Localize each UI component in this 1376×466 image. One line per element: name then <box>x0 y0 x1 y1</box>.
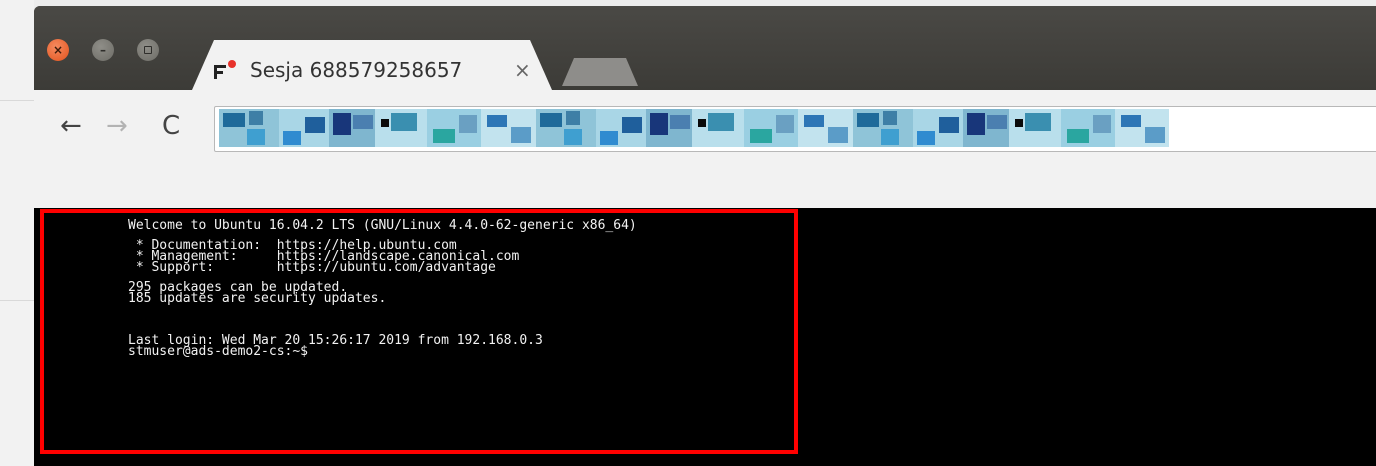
close-icon: × <box>52 43 64 57</box>
desktop-edge <box>0 0 34 466</box>
back-icon[interactable]: ← <box>60 111 82 141</box>
reload-icon[interactable]: C <box>162 111 180 141</box>
brand-logo-icon <box>214 60 236 79</box>
maximize-icon <box>144 46 152 54</box>
tab-close-icon[interactable]: × <box>514 58 531 82</box>
new-tab-button[interactable] <box>562 58 638 86</box>
window-maximize-button[interactable] <box>137 39 159 61</box>
pixelated-url <box>219 109 1169 147</box>
browser-window: × – Sesja 688579258657 × ← → C Welcome t… <box>34 6 1376 466</box>
minimize-icon: – <box>100 43 106 57</box>
annotation-highlight-box <box>40 209 798 454</box>
desktop-divider <box>0 100 34 101</box>
desktop-divider <box>0 300 34 301</box>
window-minimize-button[interactable]: – <box>92 39 114 61</box>
tab-title: Sesja 688579258657 <box>250 58 463 82</box>
window-close-button[interactable]: × <box>47 39 69 61</box>
forward-icon[interactable]: → <box>106 111 128 141</box>
